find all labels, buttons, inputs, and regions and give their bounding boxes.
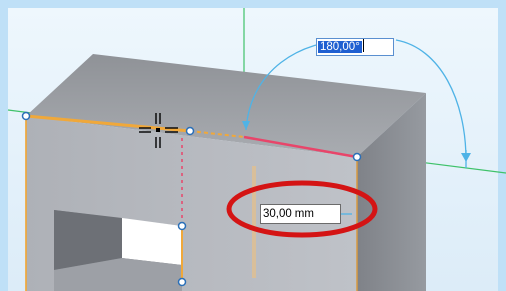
angle-value-selection: 180,00° <box>318 41 362 53</box>
angle-value-input[interactable]: 180,00° <box>316 38 394 56</box>
length-unit: mm <box>294 208 314 220</box>
keypoint-handle-icon[interactable] <box>352 152 362 162</box>
keypoint-handle-icon[interactable] <box>177 277 187 287</box>
pocket-window <box>122 218 182 265</box>
keypoint-handle-icon[interactable] <box>21 111 31 121</box>
angle-unit: ° <box>355 41 360 53</box>
length-value-input[interactable]: 30,00 mm <box>260 204 341 224</box>
keypoint-handle-icon[interactable] <box>177 221 187 231</box>
length-value: 30,00 <box>263 208 292 220</box>
keypoint-handle-icon[interactable] <box>185 126 195 136</box>
cad-3d-viewport[interactable]: 180,00° 30,00 mm <box>0 0 506 291</box>
text-caret <box>362 39 364 52</box>
model-canvas[interactable] <box>0 0 506 291</box>
angle-value: 180,00 <box>320 41 356 53</box>
